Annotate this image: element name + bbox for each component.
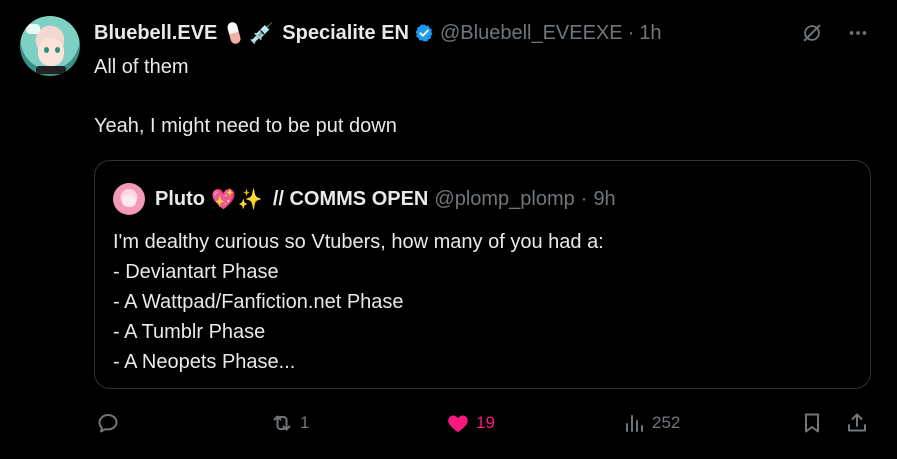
retweet-button[interactable]: 1	[270, 406, 309, 440]
verified-badge-icon	[415, 24, 433, 42]
avatar-eye	[44, 47, 49, 53]
avatar-face	[38, 38, 64, 66]
post-body: All of them Yeah, I might need to be put…	[94, 55, 397, 138]
views-button[interactable]: 252	[622, 406, 680, 440]
top-icons	[801, 22, 869, 44]
avatar-eye	[55, 47, 60, 53]
post-time[interactable]: 1h	[639, 22, 661, 45]
bookmark-button[interactable]	[800, 406, 824, 440]
syringe-emoji: 💉	[249, 22, 275, 45]
author-name[interactable]: Bluebell.EVE	[94, 22, 217, 45]
retweet-icon	[273, 415, 291, 431]
avatar-collar	[36, 66, 66, 74]
heart-emoji: 💖	[211, 188, 236, 211]
quoted-post-time: 9h	[593, 187, 616, 210]
like-button[interactable]: 19	[446, 406, 495, 440]
author-avatar[interactable]	[20, 16, 80, 76]
author-name-suffix[interactable]: Specialite EN	[282, 22, 409, 45]
quoted-author-name: Pluto	[155, 187, 205, 210]
avatar-bow	[26, 24, 40, 34]
grok-icon[interactable]	[801, 22, 823, 44]
quoted-post-body: I'm dealthy curious so Vtubers, how many…	[113, 227, 604, 377]
quoted-text-line: - A Wattpad/Fanfiction.net Phase	[113, 291, 404, 313]
quoted-author-avatar	[113, 183, 145, 215]
quoted-text-line: I'm dealthy curious so Vtubers, how many…	[113, 231, 604, 253]
post-text-line: All of them	[94, 56, 189, 78]
like-count: 19	[476, 413, 495, 432]
pill-emoji	[226, 21, 243, 45]
share-button[interactable]	[845, 406, 869, 440]
reply-button[interactable]	[96, 406, 120, 440]
quoted-text-line: - A Neopets Phase...	[113, 351, 296, 373]
views-icon	[626, 415, 643, 432]
views-count: 252	[652, 413, 681, 432]
more-icon[interactable]	[847, 22, 869, 44]
bookmark-icon	[805, 413, 819, 433]
reply-icon	[98, 414, 118, 433]
quoted-text-line: - A Tumblr Phase	[113, 321, 266, 343]
quoted-author-name-suffix: // COMMS OPEN	[272, 187, 429, 210]
action-bar: 1 19 252	[0, 406, 897, 440]
separator-dot: ·	[580, 187, 588, 210]
author-handle[interactable]: @Bluebell_EVEEXE	[440, 22, 623, 45]
quoted-author-handle: @plomp_plomp	[434, 187, 575, 210]
retweet-count: 1	[300, 413, 310, 432]
post-text-line: Yeah, I might need to be put down	[94, 115, 397, 137]
quoted-tweet-header: Pluto 💖 ✨ // COMMS OPEN @plomp_plomp · 9…	[113, 183, 616, 215]
tweet[interactable]: Bluebell.EVE 💉 Specialite EN @Bluebell_E…	[0, 0, 897, 459]
heart-icon	[448, 415, 468, 432]
quoted-text-line: - Deviantart Phase	[113, 261, 279, 283]
quoted-tweet[interactable]: Pluto 💖 ✨ // COMMS OPEN @plomp_plomp · 9…	[94, 160, 871, 389]
share-icon	[848, 413, 866, 432]
tweet-header: Bluebell.EVE 💉 Specialite EN @Bluebell_E…	[94, 20, 662, 46]
separator-dot: ·	[627, 21, 635, 44]
sparkles-emoji: ✨	[237, 188, 263, 211]
